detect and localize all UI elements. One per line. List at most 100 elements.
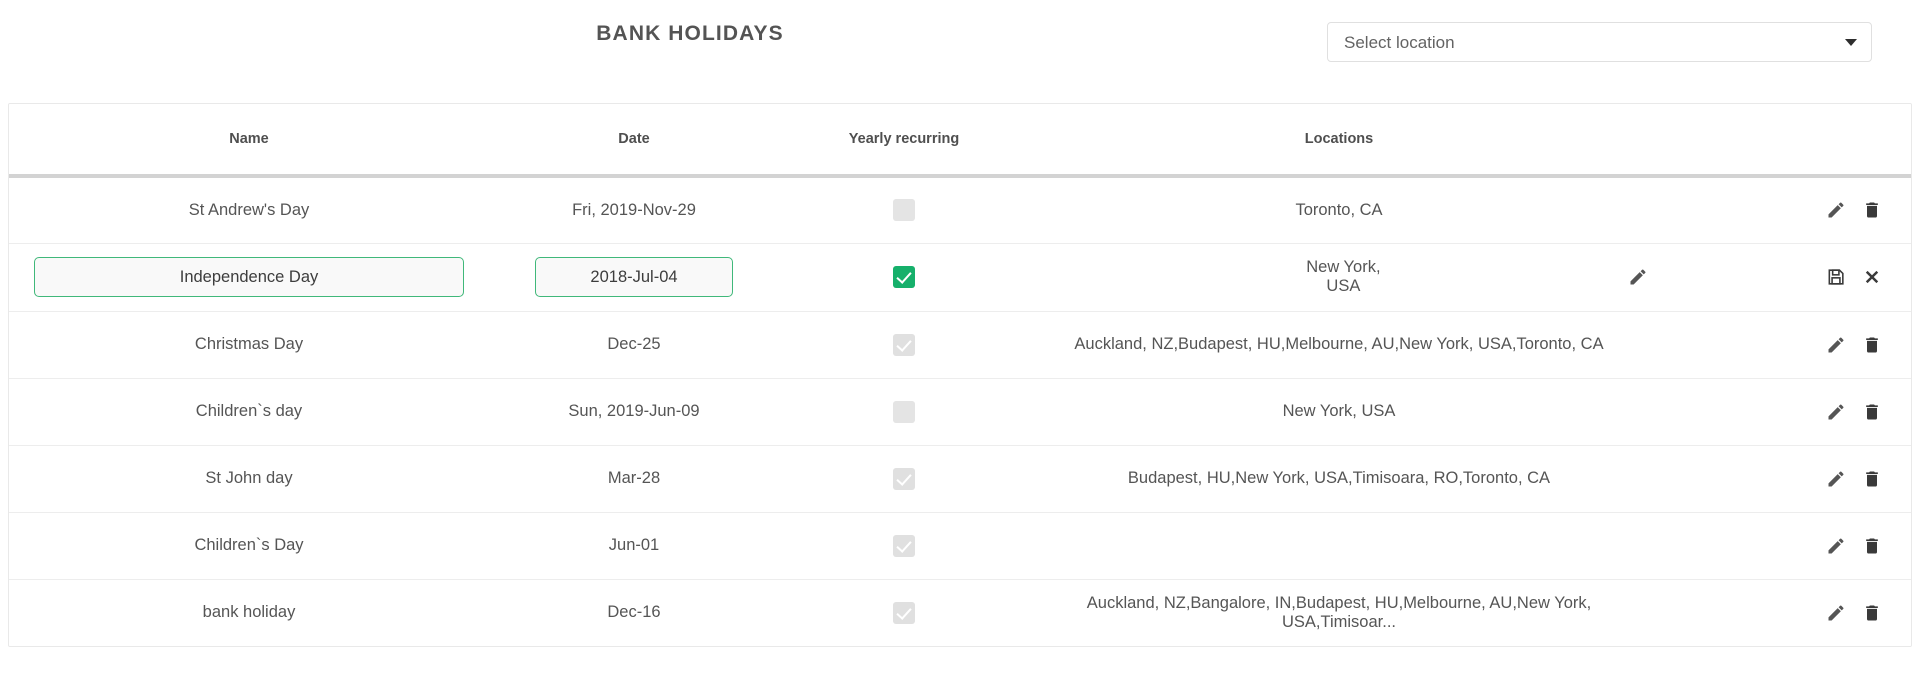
cell-yearly-recurring: [779, 176, 1029, 244]
chevron-down-icon: [1845, 38, 1857, 46]
cell-date: Fri, 2019-Nov-29: [489, 176, 779, 244]
cell-yearly-recurring: [779, 445, 1029, 513]
cell-date: Dec-16: [489, 579, 779, 646]
pencil-icon[interactable]: [1825, 468, 1847, 490]
name-edit-input[interactable]: [34, 257, 464, 297]
yearly-recurring-checkbox[interactable]: [893, 199, 915, 222]
cell-date: Jun-01: [489, 512, 779, 580]
cell-date: Dec-25: [489, 311, 779, 379]
cell-actions: [1649, 176, 1911, 244]
cell-name: Christmas Day: [9, 311, 489, 379]
cell-name: St John day: [9, 445, 489, 513]
trash-icon[interactable]: [1861, 334, 1883, 356]
holiday-date: Dec-16: [607, 603, 661, 622]
trash-icon[interactable]: [1861, 199, 1883, 221]
row-action-group: [1649, 535, 1911, 557]
cell-name: St Andrew's Day: [9, 176, 489, 244]
yearly-recurring-checkbox[interactable]: [893, 400, 915, 423]
location-select-dropdown[interactable]: Select location: [1327, 22, 1872, 62]
pencil-icon[interactable]: [1825, 602, 1847, 624]
row-action-group: [1649, 401, 1911, 423]
table-row: Children`s day Sun, 2019-Jun-09 New York, …: [9, 378, 1911, 446]
pencil-icon[interactable]: [1825, 199, 1847, 221]
row-action-group: [1649, 266, 1911, 288]
yearly-recurring-checkbox: [893, 467, 915, 490]
holiday-date: Dec-25: [607, 335, 661, 353]
table-row: Christmas Day Dec-25 Auckland, NZ,Budapest…: [9, 311, 1911, 379]
cell-locations: New York, USA: [1029, 243, 1649, 312]
cell-actions: [1649, 243, 1911, 312]
holiday-locations: Budapest, HU,New York, USA,Timisoara, RO…: [1127, 469, 1551, 487]
column-header-date: Date: [489, 104, 779, 178]
bank-holidays-page: BANK HOLIDAYS Select location Name Date …: [0, 0, 1920, 700]
cell-yearly-recurring: [779, 512, 1029, 580]
cell-yearly-recurring: [779, 243, 1029, 312]
holidays-table: Name Date Yearly recurring Locations St …: [9, 104, 1911, 646]
holiday-name: St John day: [205, 469, 293, 487]
floppy-save-icon[interactable]: [1825, 266, 1847, 288]
date-edit-input[interactable]: [535, 257, 733, 297]
holiday-locations: New York, USA: [1306, 258, 1381, 295]
cell-yearly-recurring: [779, 378, 1029, 446]
table-row: St Andrew's Day Fri, 2019-Nov-29 Toronto, …: [9, 176, 1911, 244]
page-header: BANK HOLIDAYS Select location: [0, 0, 1920, 86]
cell-locations: Auckland, NZ,Budapest, HU,Melbourne, AU,…: [1029, 311, 1649, 379]
pencil-icon[interactable]: [1825, 334, 1847, 356]
cell-name: Children`s day: [9, 378, 489, 446]
cell-actions: [1649, 378, 1911, 446]
column-header-yearly-recurring: Yearly recurring: [779, 104, 1029, 178]
pencil-icon[interactable]: [1628, 266, 1649, 288]
cell-locations: New York, USA: [1029, 378, 1649, 446]
row-action-group: [1649, 468, 1911, 490]
row-action-group: [1649, 602, 1911, 624]
column-header-actions: [1649, 104, 1911, 178]
cell-locations: [1029, 512, 1649, 580]
yearly-recurring-checkbox: [893, 333, 915, 356]
cell-name: bank holiday: [9, 579, 489, 646]
locations-edit-wrapper: New York, USA: [1029, 258, 1649, 296]
holiday-date: Mar-28: [607, 469, 661, 487]
cell-actions: [1649, 579, 1911, 646]
trash-icon[interactable]: [1861, 468, 1883, 490]
yearly-recurring-checkbox[interactable]: [893, 266, 915, 288]
trash-icon[interactable]: [1861, 401, 1883, 423]
cell-name: Children`s Day: [9, 512, 489, 580]
cell-date: Sun, 2019-Jun-09: [489, 378, 779, 446]
holiday-date: Sun, 2019-Jun-09: [568, 402, 700, 420]
holiday-name: St Andrew's Day: [188, 200, 310, 219]
table-row: New York, USA: [9, 243, 1911, 312]
cell-actions: [1649, 512, 1911, 580]
table-header-row: Name Date Yearly recurring Locations: [9, 104, 1911, 178]
holiday-name: Christmas Day: [194, 335, 304, 353]
yearly-recurring-checkbox: [893, 601, 915, 624]
pencil-icon[interactable]: [1825, 535, 1847, 557]
table-row: Children`s Day Jun-01: [9, 512, 1911, 580]
cell-date: [489, 243, 779, 312]
holiday-locations: Toronto, CA: [1295, 200, 1383, 219]
trash-icon[interactable]: [1861, 602, 1883, 624]
table-row: bank holiday Dec-16 Auckland, NZ,Bangalore…: [9, 579, 1911, 646]
holiday-name: Children`s Day: [194, 536, 304, 554]
holiday-name: Children`s day: [195, 402, 303, 420]
cell-actions: [1649, 311, 1911, 379]
holiday-date: Jun-01: [608, 536, 660, 554]
holidays-table-container: Name Date Yearly recurring Locations St …: [8, 103, 1912, 647]
holiday-date: Fri, 2019-Nov-29: [572, 200, 696, 219]
cell-name: [9, 243, 489, 312]
cell-date: Mar-28: [489, 445, 779, 513]
close-x-icon[interactable]: [1861, 266, 1883, 288]
table-row: St John day Mar-28 Budapest, HU,New York, …: [9, 445, 1911, 513]
holiday-locations: Auckland, NZ,Budapest, HU,Melbourne, AU,…: [1074, 335, 1604, 353]
cell-locations: Toronto, CA: [1029, 176, 1649, 244]
yearly-recurring-checkbox: [893, 534, 915, 557]
holiday-locations: New York, USA: [1282, 402, 1396, 420]
cell-yearly-recurring: [779, 579, 1029, 646]
cell-locations: Budapest, HU,New York, USA,Timisoara, RO…: [1029, 445, 1649, 513]
trash-icon[interactable]: [1861, 535, 1883, 557]
pencil-icon[interactable]: [1825, 401, 1847, 423]
table-body: St Andrew's Day Fri, 2019-Nov-29 Toronto, …: [9, 176, 1911, 646]
cell-yearly-recurring: [779, 311, 1029, 379]
page-title: BANK HOLIDAYS: [596, 22, 784, 45]
holiday-locations: Auckland, NZ,Bangalore, IN,Budapest, HU,…: [1086, 593, 1592, 631]
row-action-group: [1649, 199, 1911, 221]
